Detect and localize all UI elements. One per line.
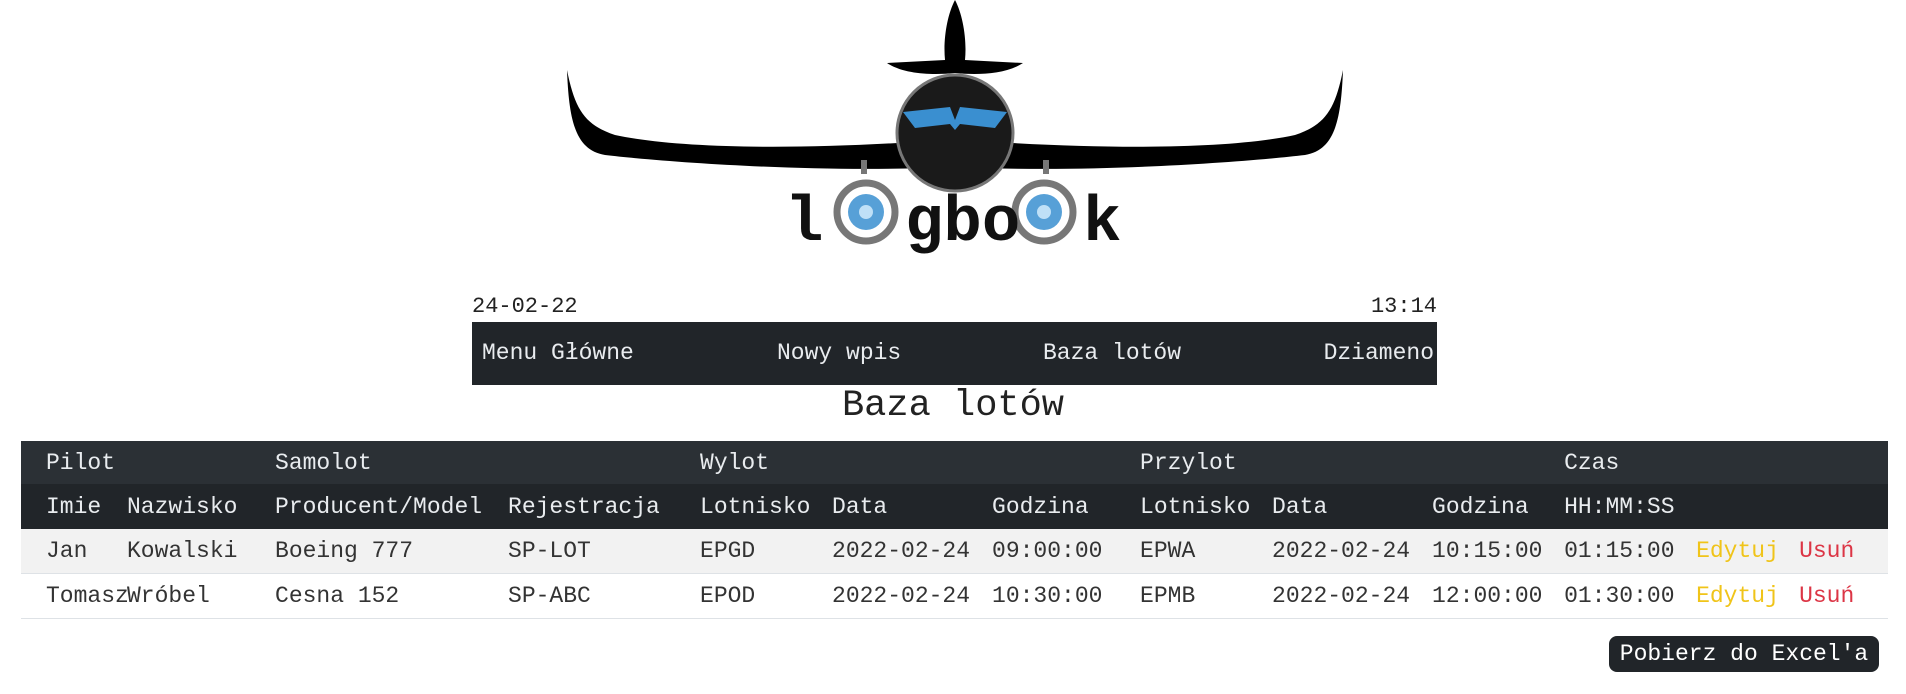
group-header-plane: Samolot [271, 441, 697, 484]
col-header-dep-date: Data [828, 484, 989, 529]
cell-dep-airport: EPOD [696, 573, 829, 619]
logo-letter-l: l [785, 188, 823, 255]
group-header-pilot: Pilot [21, 441, 272, 484]
table-row: Tomasz Wróbel Cesna 152 SP-ABC EPOD 2022… [21, 573, 1889, 619]
logbook-logo: l gbo k [567, 0, 1343, 255]
cell-duration: 01:15:00 [1560, 529, 1693, 574]
col-header-arr-time: Godzina [1428, 484, 1561, 529]
col-header-last-name: Nazwisko [123, 484, 272, 529]
cell-dep-time: 09:00:00 [988, 529, 1137, 574]
cell-arr-date: 2022-02-24 [1268, 529, 1429, 574]
cell-last-name: Kowalski [123, 529, 272, 574]
col-header-model: Producent/Model [271, 484, 505, 529]
nav-item-user[interactable]: Dziameno [1324, 340, 1434, 366]
cell-registration: SP-LOT [504, 529, 697, 574]
cell-model: Boeing 777 [271, 529, 505, 574]
current-date: 24-02-22 [472, 294, 578, 319]
col-header-registration: Rejestracja [504, 484, 697, 529]
cell-arr-airport: EPWA [1136, 529, 1269, 574]
edit-link[interactable]: Edytuj [1696, 583, 1779, 609]
col-header-dep-time: Godzina [988, 484, 1137, 529]
cell-arr-airport: EPMB [1136, 573, 1269, 619]
nav-item-flight-database[interactable]: Baza lotów [1043, 340, 1181, 366]
main-navigation: Menu Główne Nowy wpis Baza lotów Dziamen… [472, 322, 1437, 385]
cell-model: Cesna 152 [271, 573, 505, 619]
delete-link[interactable]: Usuń [1799, 538, 1854, 564]
cell-arr-time: 10:15:00 [1428, 529, 1561, 574]
group-header-departure: Wylot [696, 441, 1137, 484]
cell-duration: 01:30:00 [1560, 573, 1693, 619]
cell-dep-time: 10:30:00 [988, 573, 1137, 619]
right-engine-icon [1011, 179, 1077, 245]
col-header-dep-airport: Lotnisko [696, 484, 829, 529]
current-time: 13:14 [1370, 294, 1437, 319]
edit-link[interactable]: Edytuj [1696, 538, 1779, 564]
col-header-arr-date: Data [1268, 484, 1429, 529]
table-column-header-row: Imie Nazwisko Producent/Model Rejestracj… [21, 484, 1889, 529]
left-engine-icon [833, 179, 899, 245]
nav-item-main-menu[interactable]: Menu Główne [482, 340, 634, 366]
flights-table: Pilot Samolot Wylot Przylot Czas Imie Na… [21, 441, 1889, 619]
logo-letter-k: k [1083, 188, 1121, 255]
group-header-time: Czas [1560, 441, 1889, 484]
export-excel-button[interactable]: Pobierz do Excel'a [1609, 636, 1879, 672]
nav-item-new-entry[interactable]: Nowy wpis [777, 340, 901, 366]
cell-registration: SP-ABC [504, 573, 697, 619]
col-header-first-name: Imie [21, 484, 123, 529]
cell-last-name: Wróbel [123, 573, 272, 619]
cell-arr-time: 12:00:00 [1428, 573, 1561, 619]
delete-link[interactable]: Usuń [1799, 583, 1854, 609]
cell-arr-date: 2022-02-24 [1268, 573, 1429, 619]
table-group-header-row: Pilot Samolot Wylot Przylot Czas [21, 441, 1889, 484]
col-header-delete [1795, 484, 1889, 529]
logo-letters-gbo: gbo [905, 188, 1020, 255]
group-header-arrival: Przylot [1136, 441, 1561, 484]
cell-dep-date: 2022-02-24 [828, 529, 989, 574]
cell-first-name: Tomasz [21, 573, 129, 619]
table-row: Jan Kowalski Boeing 777 SP-LOT EPGD 2022… [21, 529, 1889, 574]
cell-dep-date: 2022-02-24 [828, 573, 989, 619]
col-header-edit [1692, 484, 1796, 529]
col-header-duration: HH:MM:SS [1560, 484, 1693, 529]
cell-first-name: Jan [21, 529, 123, 574]
col-header-arr-airport: Lotnisko [1136, 484, 1269, 529]
cell-dep-airport: EPGD [696, 529, 829, 574]
page-title: Baza lotów [841, 385, 1065, 427]
date-time-bar: 24-02-22 13:14 [472, 292, 1437, 320]
